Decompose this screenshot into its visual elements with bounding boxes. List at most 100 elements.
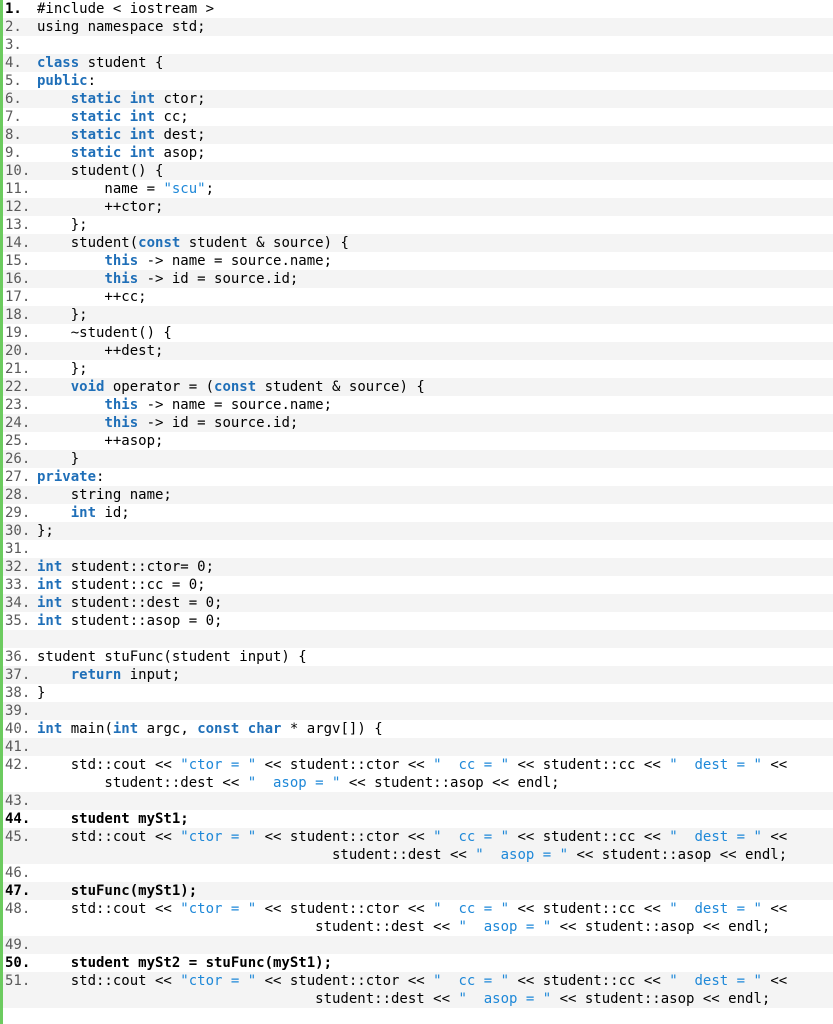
code-line: 12. ++ctor;: [3, 198, 833, 216]
code-line: 40. int main(int argc, const char * argv[…: [3, 720, 833, 738]
code-line: 33. int student::cc = 0;: [3, 576, 833, 594]
code-text: string name;: [37, 486, 833, 504]
code-token: -> name = source.name;: [138, 253, 333, 269]
string-token: " dest = ": [669, 901, 762, 917]
code-line: 8. static int dest;: [3, 126, 833, 144]
code-line: 42. std::cout << "ctor = " << student::c…: [3, 756, 833, 792]
code-line: 47. stuFunc(mySt1);: [3, 882, 833, 900]
code-line: 11. name = "scu";: [3, 180, 833, 198]
code-text: student stuFunc(student input) {: [37, 648, 833, 666]
line-number: 4.: [5, 55, 22, 71]
code-token: std::cout <<: [37, 901, 181, 917]
code-listing: 1. #include < iostream > 2. using namespace…: [0, 0, 833, 1024]
code-line: 30.};: [3, 522, 833, 540]
code-text: };: [37, 360, 833, 378]
keyword-token: int: [37, 559, 63, 575]
code-token: asop;: [155, 145, 206, 161]
line-number: 12.: [5, 199, 31, 215]
line-number: 41.: [5, 739, 31, 755]
code-token: dest;: [155, 127, 206, 143]
keyword-token: class: [37, 55, 80, 71]
code-token: string name;: [37, 487, 172, 503]
keyword-token: int: [37, 577, 63, 593]
code-token: << student::ctor <<: [256, 901, 434, 917]
code-text: static int ctor;: [37, 90, 833, 108]
code-text: stuFunc(mySt1);: [37, 882, 833, 900]
code-token: ctor;: [155, 91, 206, 107]
code-line: 10. student() {: [3, 162, 833, 180]
code-line: 41.: [3, 738, 833, 756]
code-text: using namespace std;: [37, 18, 833, 36]
keyword-token: static int: [70, 91, 156, 107]
code-token: }: [37, 685, 46, 701]
code-text: this -> name = source.name;: [37, 252, 833, 270]
string-token: " dest = ": [669, 973, 762, 989]
line-number: 27.: [5, 469, 31, 485]
code-line: 18. };: [3, 306, 833, 324]
code-token: stuFunc(mySt1);: [37, 883, 198, 899]
code-text: };: [37, 522, 833, 540]
code-line: 31.: [3, 540, 833, 558]
code-text: this -> id = source.id;: [37, 270, 833, 288]
code-token: student mySt1;: [37, 811, 189, 827]
code-text: int id;: [37, 504, 833, 522]
code-text: this -> id = source.id;: [37, 414, 833, 432]
line-number: 32.: [5, 559, 31, 575]
code-token: student(: [37, 235, 139, 251]
line-number: 44.: [5, 811, 31, 827]
code-token: << student::cc <<: [509, 901, 670, 917]
code-line: 21. };: [3, 360, 833, 378]
code-line: 38.}: [3, 684, 833, 702]
line-number: 39.: [5, 703, 31, 719]
code-line: 50. student mySt2 = stuFunc(mySt1);: [3, 954, 833, 972]
keyword-token: int: [70, 505, 97, 521]
keyword-token: static int: [70, 145, 156, 161]
code-token: argc,: [138, 721, 198, 737]
line-number: 43.: [5, 793, 31, 809]
line-number: 23.: [5, 397, 31, 413]
line-number: 36.: [5, 649, 31, 665]
string-token: " cc = ": [433, 829, 510, 845]
code-token: << student::cc <<: [509, 829, 670, 845]
code-line: 44. student mySt1;: [3, 810, 833, 828]
code-line: 3.: [3, 36, 833, 54]
keyword-token: const: [138, 235, 181, 251]
keyword-token: int: [37, 595, 63, 611]
code-line: 16. this -> id = source.id;: [3, 270, 833, 288]
code-text: ++cc;: [37, 288, 833, 306]
code-token: using namespace std;: [37, 19, 206, 35]
code-token: << student::asop << endl;: [340, 775, 560, 791]
line-number: 28.: [5, 487, 31, 503]
keyword-token: const char: [197, 721, 282, 737]
code-line: 34. int student::dest = 0;: [3, 594, 833, 612]
code-text: student mySt2 = stuFunc(mySt1);: [37, 954, 833, 972]
code-token: student {: [79, 55, 164, 71]
line-number: 11.: [5, 181, 31, 197]
code-text: student mySt1;: [37, 810, 833, 828]
code-line: 36. student stuFunc(student input) {: [3, 648, 833, 666]
code-token: student::ctor= 0;: [62, 559, 215, 575]
code-line: 28. string name;: [3, 486, 833, 504]
code-text: static int cc;: [37, 108, 833, 126]
code-text: ~student() {: [37, 324, 833, 342]
keyword-token: static int: [70, 127, 156, 143]
code-token: ++cc;: [37, 289, 147, 305]
code-line: 39.: [3, 702, 833, 720]
string-token: " asop = ": [247, 775, 341, 791]
code-line: 37. return input;: [3, 666, 833, 684]
line-number: 25.: [5, 433, 31, 449]
code-text: this -> name = source.name;: [37, 396, 833, 414]
code-text: name = "scu";: [37, 180, 833, 198]
keyword-token: return: [70, 667, 122, 683]
string-token: " dest = ": [669, 757, 762, 773]
keyword-token: int: [37, 721, 63, 737]
line-number: 35.: [5, 613, 31, 629]
string-token: " dest = ": [669, 829, 762, 845]
line-number: 40.: [5, 721, 31, 737]
